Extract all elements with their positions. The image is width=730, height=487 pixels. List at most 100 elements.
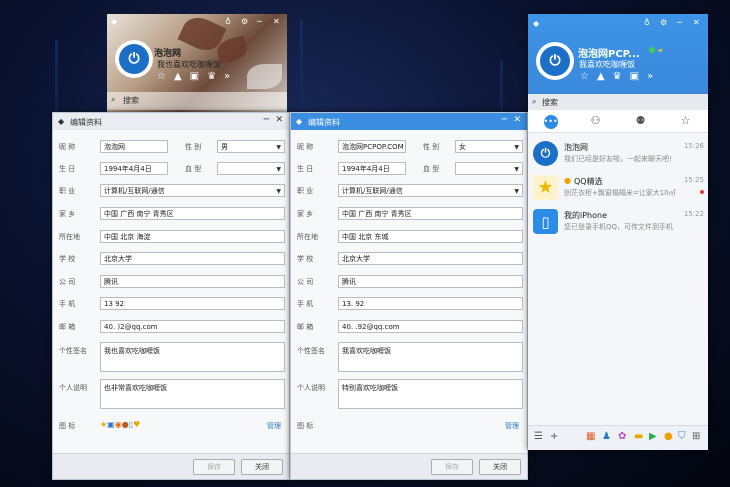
signature-label: 个性签名 [297, 347, 325, 355]
gift-icon[interactable]: ▣ [630, 71, 639, 82]
crown-icon[interactable]: ♛ [207, 71, 216, 82]
manage-link[interactable]: 管理 [505, 421, 519, 431]
avatar[interactable]: ⏻ [115, 40, 153, 78]
heart-badge-icon[interactable]: ♥ [133, 420, 140, 429]
unread-dot [700, 190, 704, 194]
close-icon[interactable]: ✕ [513, 115, 521, 125]
blood-label: 血 型 [185, 165, 202, 173]
tab-contacts[interactable]: ⚇ [573, 110, 618, 132]
tab-favorites[interactable]: ☆ [663, 110, 708, 132]
hometown-field[interactable]: 中国 广西 南宁 青秀区 [338, 207, 523, 220]
close-button[interactable]: 关闭 [479, 459, 521, 475]
flower-icon[interactable]: ✿ [618, 431, 626, 442]
nickname[interactable]: 泡泡网PCP... [578, 45, 640, 60]
nickname-field[interactable]: 泡泡网 [100, 140, 168, 153]
avatar[interactable]: ⏻ [536, 42, 574, 80]
close-icon[interactable]: ✕ [693, 18, 700, 27]
signature[interactable]: 我也喜欢吃咖喱饭 [157, 59, 221, 70]
power-icon: ⏻ [549, 53, 561, 69]
more-icon[interactable]: » [224, 71, 230, 82]
minimize-icon[interactable]: ─ [257, 17, 262, 26]
school-label: 学 校 [59, 255, 76, 263]
online-status-icon[interactable] [649, 47, 655, 53]
skin-icon[interactable]: ♁ [225, 17, 231, 26]
crown-icon[interactable]: ♛ [613, 71, 622, 82]
shield-icon[interactable]: ⛉ [678, 431, 686, 442]
desc-textarea[interactable]: 特别喜欢吃咖喱饭 [338, 379, 523, 409]
title-bar[interactable]: ◆ 编辑资料 ─ ✕ [291, 113, 527, 130]
star-icon[interactable]: ☆ [157, 71, 166, 82]
tab-groups[interactable]: ⚉ [618, 110, 663, 132]
phone-avatar: ▯ [533, 209, 558, 234]
signature-textarea[interactable]: 我喜欢吃咖喱饭 [338, 342, 523, 372]
nickname[interactable]: 泡泡网 [154, 46, 181, 59]
job-select[interactable]: 计算机/互联网/通信 [100, 184, 285, 197]
verified-icon: ● [564, 176, 571, 185]
location-field[interactable]: 中国 北京 海淀 [100, 230, 285, 243]
flame-badge-icon[interactable]: ◉ [115, 420, 122, 429]
save-button[interactable]: 保存 [193, 459, 235, 475]
signature-textarea[interactable]: 我也喜欢吃咖喱饭 [100, 342, 285, 372]
desc-textarea[interactable]: 也非常喜欢吃咖喱饭 [100, 379, 285, 409]
hometown-field[interactable]: 中国 广西 南宁 青秀区 [100, 207, 285, 220]
location-field[interactable]: 中国 北京 东城 [338, 230, 523, 243]
add-icon[interactable]: + [550, 431, 558, 442]
folder-icon[interactable]: ▬ [634, 431, 643, 442]
blood-select[interactable] [455, 162, 523, 175]
blood-select[interactable] [217, 162, 285, 175]
search-label: 搜索 [123, 96, 139, 105]
pyramid-icon[interactable]: ▲ [174, 71, 182, 82]
school-field[interactable]: 北京大学 [100, 252, 285, 265]
conversation-name: 我的iPhone [564, 211, 608, 220]
footer-bar: 保存 关闭 [291, 453, 527, 479]
close-button[interactable]: 关闭 [241, 459, 283, 475]
list-item[interactable]: ⏻ 泡泡网 我们已经是好友啦，一起来聊天吧! 15:26 [528, 138, 708, 172]
nickname-field[interactable]: 泡泡网PCPOP.COM [338, 140, 406, 153]
app-grid-icon[interactable]: ▦ [586, 431, 595, 442]
signature[interactable]: 我喜欢吃咖喱饭 [579, 59, 635, 70]
search-bar[interactable]: ⌕ 搜索 [107, 92, 287, 110]
save-button[interactable]: 保存 [431, 459, 473, 475]
star-icon[interactable]: ☆ [580, 71, 589, 82]
penguin-badge-icon[interactable]: ● [122, 420, 129, 429]
gender-select[interactable]: 男 [217, 140, 285, 153]
more-icon[interactable]: » [647, 71, 653, 82]
group-icon: ⚉ [635, 114, 646, 127]
camera-badge-icon[interactable]: ▣ [107, 420, 115, 429]
title-bar[interactable]: ◆ 编辑资料 ─ ✕ [53, 113, 289, 130]
vip-badge-icon[interactable]: ▰ [658, 47, 663, 54]
email-field[interactable]: 40. .92@qq.com [338, 320, 523, 333]
email-field[interactable]: 40. )2@qq.com [100, 320, 285, 333]
pyramid-icon[interactable]: ▲ [597, 71, 605, 82]
grid-icon[interactable]: ⊞ [692, 431, 700, 442]
gender-select[interactable]: 女 [455, 140, 523, 153]
power-icon: ⏻ [128, 51, 140, 67]
birthday-field[interactable]: 1994年4月4日 [100, 162, 168, 175]
birthday-field[interactable]: 1994年4月4日 [338, 162, 406, 175]
job-select[interactable]: 计算机/互联网/通信 [338, 184, 523, 197]
settings-icon[interactable]: ⚙ [241, 17, 248, 26]
menu-icon[interactable]: ☰ [534, 431, 543, 442]
search-bar[interactable]: ⌕ 搜索 [528, 94, 708, 111]
settings-icon[interactable]: ⚙ [660, 18, 667, 27]
gift-icon[interactable]: ▣ [190, 71, 199, 82]
school-field[interactable]: 北京大学 [338, 252, 523, 265]
people-icon[interactable]: ♟ [602, 431, 611, 442]
play-icon[interactable]: ▶ [649, 431, 657, 442]
close-icon[interactable]: ✕ [275, 115, 283, 125]
phone-field[interactable]: 13 92 [100, 297, 285, 310]
minimize-icon[interactable]: ─ [677, 18, 682, 27]
tab-messages[interactable]: ••• [528, 110, 573, 132]
minimize-icon[interactable]: ─ [264, 115, 269, 125]
minimize-icon[interactable]: ─ [502, 115, 507, 125]
manage-link[interactable]: 管理 [267, 421, 281, 431]
skin-icon[interactable]: ♁ [644, 18, 650, 27]
phone-field[interactable]: 13. 92 [338, 297, 523, 310]
close-icon[interactable]: ✕ [273, 17, 280, 26]
company-field[interactable]: 腾讯 [100, 275, 285, 288]
company-field[interactable]: 腾讯 [338, 275, 523, 288]
list-item[interactable]: ★ QQ精选 ● 别茫衣柜+飘窗榻榻米=让家大10㎡ 15:25 [528, 172, 708, 206]
list-item[interactable]: ▯ 我的iPhone 您已登录手机QQ，可传文件到手机 15:22 [528, 206, 708, 240]
coin-icon[interactable]: ● [664, 431, 673, 442]
signature-label: 个性签名 [59, 347, 87, 355]
